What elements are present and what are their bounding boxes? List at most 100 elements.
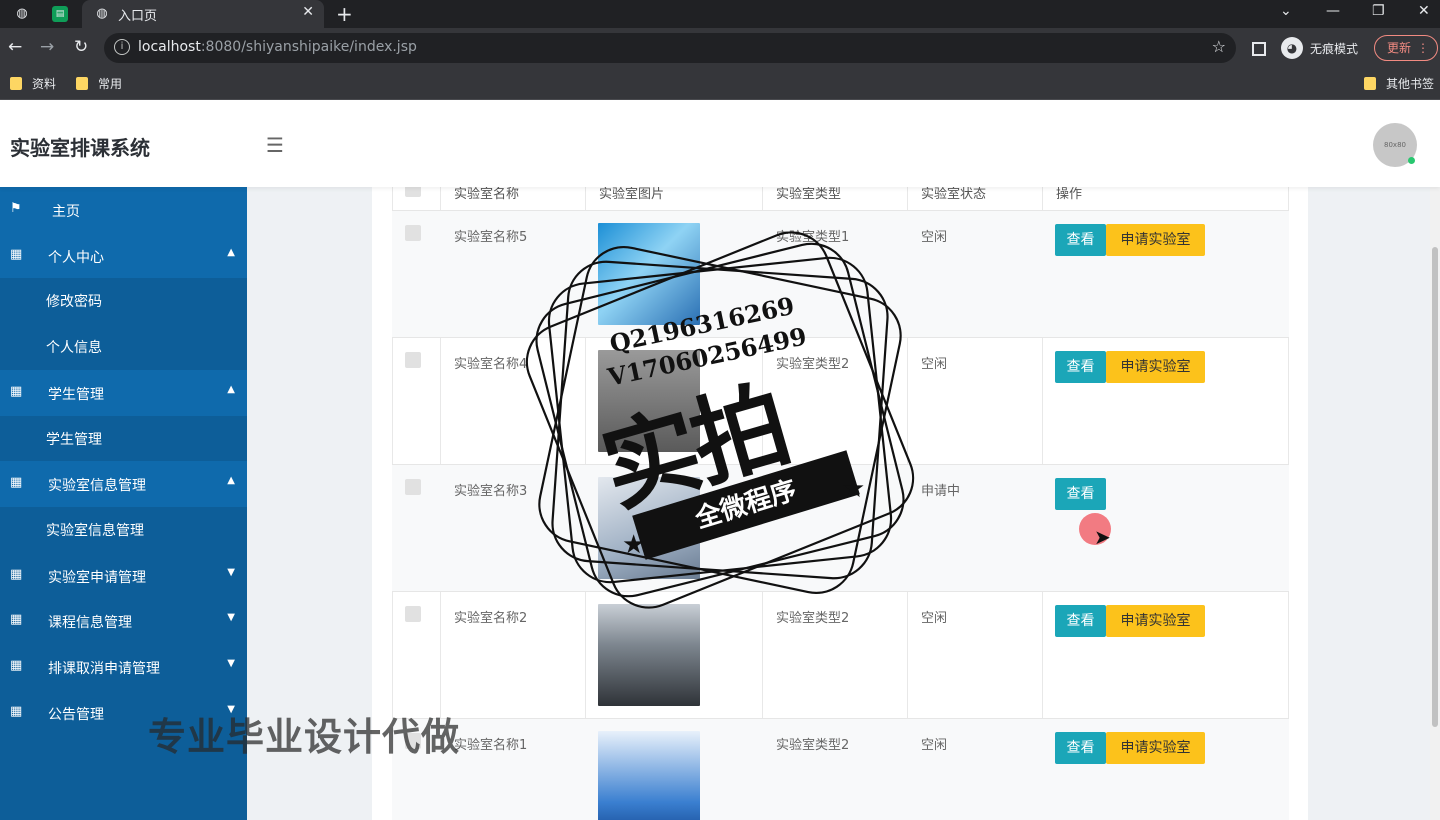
- scrollbar-thumb[interactable]: [1432, 247, 1438, 727]
- column-header: 实验室类型: [776, 187, 842, 202]
- incognito-label: 无痕模式: [1310, 42, 1359, 56]
- folder-icon: [76, 77, 88, 90]
- address-bar[interactable]: i localhost:8080/shiyanshipaike/index.js…: [104, 33, 1236, 63]
- sidebar-item-student-mgmt-sub[interactable]: 学生管理: [0, 416, 247, 462]
- table-row: 实验室名称2 实验室类型2 空闲 查看 申请实验室: [392, 591, 1289, 718]
- column-header: 实验室状态: [921, 187, 987, 202]
- bookmark-folder[interactable]: 资料: [10, 74, 56, 94]
- view-button[interactable]: 查看: [1055, 478, 1106, 510]
- menu-toggle-icon[interactable]: ☰: [266, 133, 284, 157]
- lab-status: 空闲: [921, 611, 948, 626]
- column-header: 操作: [1056, 187, 1083, 202]
- more-menu-icon: ⋮: [1417, 41, 1429, 55]
- close-tab-icon[interactable]: ✕: [302, 4, 314, 20]
- sidebar-item-cancel-apply-mgmt[interactable]: ▦ 排课取消申请管理 ▼: [0, 644, 247, 690]
- incognito-icon[interactable]: ◕: [1281, 37, 1303, 59]
- back-icon[interactable]: ←: [8, 37, 22, 57]
- watermark-text: 专业毕业设计代做: [148, 715, 461, 759]
- star-icon: ★: [842, 474, 866, 504]
- flag-icon: ⚑: [10, 201, 22, 216]
- lab-name: 实验室名称2: [454, 611, 528, 626]
- view-button[interactable]: 查看: [1055, 732, 1106, 764]
- lab-status: 空闲: [921, 738, 948, 753]
- caret-up-icon: ▲: [227, 475, 235, 486]
- browser-tab-strip: ◍ ▤ ◍ 入口页 ✕ + ⌄ — ❐ ✕: [0, 0, 1440, 28]
- lab-type: 实验室类型2: [776, 738, 850, 753]
- sheets-tab-icon[interactable]: ▤: [52, 6, 68, 22]
- grid-icon: ▦: [10, 658, 23, 673]
- lab-name: 实验室名称4: [454, 357, 528, 372]
- forward-icon[interactable]: →: [40, 37, 54, 57]
- sidebar-item-lab-info-mgmt-sub[interactable]: 实验室信息管理: [0, 507, 247, 553]
- caret-down-icon: ▼: [227, 567, 235, 578]
- lab-status: 申请中: [921, 484, 961, 499]
- grid-icon: ▦: [10, 384, 23, 399]
- watermark-stamp: Q2196316269 V17060256499 实拍 全微程序 ★ ★: [520, 230, 920, 610]
- sidebar-item-course-info-mgmt[interactable]: ▦ 课程信息管理 ▼: [0, 598, 247, 644]
- reload-icon[interactable]: ↻: [74, 37, 88, 57]
- column-header: 实验室名称: [454, 187, 520, 202]
- row-checkbox[interactable]: [405, 606, 421, 622]
- minimize-icon[interactable]: —: [1326, 3, 1340, 19]
- grid-icon: ▦: [10, 247, 23, 262]
- lab-image: [598, 731, 700, 820]
- sidebar-item-change-password[interactable]: 修改密码: [0, 278, 247, 324]
- lab-status: 空闲: [921, 230, 948, 245]
- row-checkbox[interactable]: [405, 479, 421, 495]
- caret-up-icon: ▲: [227, 384, 235, 395]
- lab-image: [598, 604, 700, 706]
- view-button[interactable]: 查看: [1055, 605, 1106, 637]
- table-row: 实验室名称1 实验室类型2 空闲 查看 申请实验室: [392, 718, 1289, 820]
- lab-name: 实验室名称1: [454, 738, 528, 753]
- grid-icon: ▦: [10, 612, 23, 627]
- sidebar-item-lab-apply-mgmt[interactable]: ▦ 实验室申请管理 ▼: [0, 553, 247, 599]
- folder-icon: [1364, 77, 1376, 90]
- caret-down-icon: ▼: [227, 612, 235, 623]
- sidebar-item-student-mgmt[interactable]: ▦ 学生管理 ▲: [0, 370, 247, 416]
- row-checkbox[interactable]: [405, 225, 421, 241]
- row-checkbox[interactable]: [405, 352, 421, 368]
- bookmark-star-icon[interactable]: ☆: [1212, 37, 1226, 56]
- restore-icon[interactable]: ❐: [1372, 3, 1385, 19]
- chevron-down-icon[interactable]: ⌄: [1280, 3, 1292, 19]
- globe-icon[interactable]: ◍: [12, 4, 32, 24]
- other-bookmarks[interactable]: 其他书签: [1364, 74, 1434, 94]
- tab-title: 入口页: [118, 9, 158, 24]
- active-browser-tab[interactable]: ◍ 入口页 ✕: [82, 0, 324, 28]
- sidebar-item-personal-info[interactable]: 个人信息: [0, 324, 247, 370]
- bookmark-folder[interactable]: 常用: [76, 74, 122, 94]
- page-scrollbar[interactable]: [1430, 187, 1440, 820]
- star-icon: ★: [622, 530, 646, 560]
- close-window-icon[interactable]: ✕: [1418, 3, 1430, 19]
- view-button[interactable]: 查看: [1055, 224, 1106, 256]
- update-button[interactable]: 更新 ⋮: [1374, 35, 1438, 61]
- app-title: 实验室排课系统: [10, 136, 150, 160]
- lab-name: 实验室名称3: [454, 484, 528, 499]
- apply-lab-button[interactable]: 申请实验室: [1106, 605, 1205, 637]
- browser-toolbar: ← → ↻ i localhost:8080/shiyanshipaike/in…: [0, 28, 1440, 68]
- app-header: 实验室排课系统 ☰ 80x80: [0, 100, 1440, 187]
- globe-icon: ◍: [96, 6, 108, 21]
- sidebar-item-personal-center[interactable]: ▦ 个人中心 ▲: [0, 233, 247, 279]
- online-status-dot: [1408, 157, 1415, 164]
- new-tab-icon[interactable]: +: [336, 2, 353, 26]
- bookmarks-bar: 资料 常用 其他书签: [0, 68, 1440, 100]
- folder-icon: [10, 77, 22, 90]
- select-all-checkbox[interactable]: [405, 187, 421, 197]
- apply-lab-button[interactable]: 申请实验室: [1106, 224, 1205, 256]
- caret-down-icon: ▼: [227, 658, 235, 669]
- grid-icon: ▦: [10, 567, 23, 582]
- sidebar-item-lab-info-mgmt[interactable]: ▦ 实验室信息管理 ▲: [0, 461, 247, 507]
- avatar[interactable]: 80x80: [1373, 123, 1417, 167]
- sidebar-item-home[interactable]: ⚑ 主页: [0, 187, 247, 233]
- apply-lab-button[interactable]: 申请实验室: [1106, 351, 1205, 383]
- info-icon[interactable]: i: [114, 39, 130, 55]
- apply-lab-button[interactable]: 申请实验室: [1106, 732, 1205, 764]
- side-panel-icon[interactable]: [1252, 42, 1266, 56]
- lab-name: 实验室名称5: [454, 230, 528, 245]
- column-header: 实验室图片: [599, 187, 665, 202]
- url-text: localhost:8080/shiyanshipaike/index.jsp: [138, 39, 417, 55]
- view-button[interactable]: 查看: [1055, 351, 1106, 383]
- mouse-cursor-icon: ➤: [1094, 525, 1111, 549]
- caret-up-icon: ▲: [227, 247, 235, 258]
